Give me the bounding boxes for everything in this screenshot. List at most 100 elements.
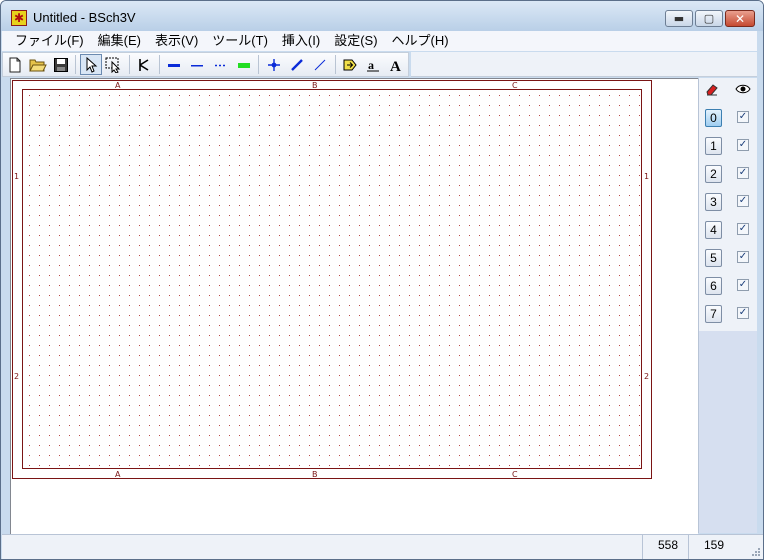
layer-7-visible-checkbox[interactable]: ✓ xyxy=(737,307,749,319)
menu-file[interactable]: ファイル(F) xyxy=(2,31,91,51)
open-folder-icon xyxy=(28,59,47,71)
menu-insert[interactable]: 挿入(I) xyxy=(275,31,327,51)
layer-list: 0 ✓ 1 ✓ 2 ✓ 3 ✓ 4 ✓ 5 ✓ 6 ✓ 7 ✓ xyxy=(699,78,757,331)
col-label-bottom-a: A xyxy=(115,470,121,479)
drag-select-button[interactable] xyxy=(104,54,125,75)
component-tool-button[interactable] xyxy=(134,54,155,75)
save-button[interactable] xyxy=(50,54,71,75)
layer-6-button[interactable]: 6 xyxy=(705,277,722,295)
window-title: Untitled - BSch3V xyxy=(33,10,136,25)
toolbar: a A xyxy=(2,52,409,77)
svg-text:A: A xyxy=(390,59,401,73)
new-file-button[interactable] xyxy=(4,54,25,75)
open-file-button[interactable] xyxy=(27,54,48,75)
close-button[interactable]: ✕ xyxy=(725,10,755,27)
bus-entry-icon xyxy=(237,62,250,68)
junction-tool-button[interactable] xyxy=(263,54,284,75)
layer-6-visible-checkbox[interactable]: ✓ xyxy=(737,279,749,291)
layer-4-visible-checkbox[interactable]: ✓ xyxy=(737,223,749,235)
toolbar-separator xyxy=(75,55,77,74)
layer-5-button[interactable]: 5 xyxy=(705,249,722,267)
layer-2-visible-checkbox[interactable]: ✓ xyxy=(737,167,749,179)
menu-edit[interactable]: 編集(E) xyxy=(91,31,148,51)
layer-row-6: 6 ✓ xyxy=(699,275,757,297)
toolbar-separator xyxy=(334,55,336,74)
eye-icon xyxy=(735,84,751,94)
wire-tool-button[interactable] xyxy=(164,54,185,75)
entry-line-thin-icon xyxy=(314,59,326,70)
component-icon xyxy=(139,58,149,71)
drag-select-icon xyxy=(105,57,121,73)
layer-7-button[interactable]: 7 xyxy=(705,305,722,323)
layer-row-1: 1 ✓ xyxy=(699,135,757,157)
maximize-button[interactable]: ▢ xyxy=(695,10,723,27)
row-label-right-2: 2 xyxy=(644,372,649,381)
layer-0-visible-checkbox[interactable]: ✓ xyxy=(737,111,749,123)
layer-1-button[interactable]: 1 xyxy=(705,137,722,155)
tag-tool-button[interactable] xyxy=(339,54,360,75)
select-tool-button[interactable] xyxy=(80,54,102,75)
menu-view[interactable]: 表示(V) xyxy=(148,31,205,51)
toolbar-separator xyxy=(128,55,130,74)
layer-1-visible-checkbox[interactable]: ✓ xyxy=(737,139,749,151)
row-label-right-1: 1 xyxy=(644,172,649,181)
drawing-canvas[interactable]: A B C A B C 1 2 1 2 xyxy=(10,78,698,534)
new-file-icon xyxy=(9,57,21,72)
menu-tools[interactable]: ツール(T) xyxy=(205,31,275,51)
wire-icon xyxy=(168,63,181,67)
layer-row-2: 2 ✓ xyxy=(699,163,757,185)
app-icon: ✱ xyxy=(11,10,27,26)
schematic-sheet[interactable]: A B C A B C 1 2 1 2 xyxy=(12,80,654,480)
label-tool-button[interactable]: a xyxy=(363,54,384,75)
layer-row-3: 3 ✓ xyxy=(699,191,757,213)
close-icon: ✕ xyxy=(734,11,746,26)
label-icon: a xyxy=(367,58,380,72)
status-x-coordinate: 558 xyxy=(642,535,688,559)
line-tool-button[interactable] xyxy=(187,54,208,75)
select-arrow-icon xyxy=(86,56,98,73)
entry-thin-tool-button[interactable] xyxy=(309,54,330,75)
status-y-coordinate: 159 xyxy=(688,535,734,559)
col-label-top-b: B xyxy=(312,81,318,90)
bus-icon xyxy=(191,64,204,66)
entry-line-tool-button[interactable] xyxy=(286,54,307,75)
layer-3-button[interactable]: 3 xyxy=(705,193,722,211)
dash-line-icon xyxy=(214,64,227,66)
col-label-top-c: C xyxy=(512,81,518,90)
layer-0-button[interactable]: 0 xyxy=(705,109,722,127)
col-label-top-a: A xyxy=(115,81,121,90)
bus-tool-button[interactable] xyxy=(233,54,254,75)
menu-help[interactable]: ヘルプ(H) xyxy=(385,31,456,51)
layer-row-5: 5 ✓ xyxy=(699,247,757,269)
save-icon xyxy=(53,57,68,72)
layer-5-visible-checkbox[interactable]: ✓ xyxy=(737,251,749,263)
dash-line-tool-button[interactable] xyxy=(210,54,231,75)
layer-row-0: 0 ✓ xyxy=(699,107,757,129)
layer-3-visible-checkbox[interactable]: ✓ xyxy=(737,195,749,207)
col-label-bottom-c: C xyxy=(512,470,518,479)
comment-icon: A xyxy=(390,59,401,73)
layer-row-7: 7 ✓ xyxy=(699,303,757,325)
layer-2-button[interactable]: 2 xyxy=(705,165,722,183)
resize-grip-icon[interactable] xyxy=(750,546,761,557)
toolbar-empty-area xyxy=(411,52,757,77)
app-window: ✱ Untitled - BSch3V ▬ ▢ ✕ ファイル(F) 編集(E) … xyxy=(0,0,764,560)
comment-tool-button[interactable]: A xyxy=(386,54,407,75)
junction-icon xyxy=(267,58,280,71)
row-label-left-2: 2 xyxy=(14,372,19,381)
menu-bar: ファイル(F) 編集(E) 表示(V) ツール(T) 挿入(I) 設定(S) ヘ… xyxy=(2,31,757,51)
dot-grid xyxy=(24,91,640,467)
minimize-button[interactable]: ▬ xyxy=(665,10,693,27)
toolbar-separator xyxy=(258,55,260,74)
row-label-left-1: 1 xyxy=(14,172,19,181)
minimize-icon: ▬ xyxy=(673,12,685,25)
layer-panel: 0 ✓ 1 ✓ 2 ✓ 3 ✓ 4 ✓ 5 ✓ 6 ✓ 7 ✓ xyxy=(698,78,757,533)
menu-settings[interactable]: 設定(S) xyxy=(327,31,384,51)
col-label-bottom-b: B xyxy=(312,470,318,479)
layer-row-4: 4 ✓ xyxy=(699,219,757,241)
layer-4-button[interactable]: 4 xyxy=(705,221,722,239)
maximize-icon: ▢ xyxy=(703,12,715,25)
toolbar-separator xyxy=(158,55,160,74)
entry-line-icon xyxy=(290,58,303,71)
eraser-icon[interactable] xyxy=(705,82,719,96)
